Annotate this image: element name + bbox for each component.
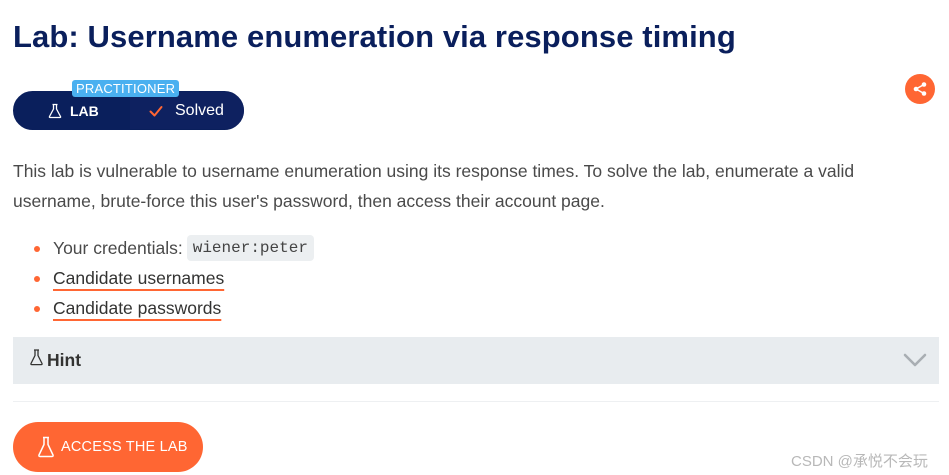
list-item: Candidate usernames: [34, 263, 314, 293]
level-tag: PRACTITIONER: [72, 80, 180, 97]
lab-resources-list: Your credentials: wiener:peter Candidate…: [34, 233, 314, 323]
divider: [13, 401, 939, 402]
bullet: [34, 276, 40, 282]
flask-icon: [48, 103, 62, 118]
bullet: [34, 306, 40, 312]
list-item: Candidate passwords: [34, 293, 314, 323]
solved-status: Solved: [130, 92, 244, 129]
check-icon: [149, 105, 163, 116]
watermark: CSDN @承悦不会玩: [791, 453, 928, 470]
access-lab-button[interactable]: ACCESS THE LAB: [13, 422, 203, 472]
candidate-usernames-link[interactable]: Candidate usernames: [53, 268, 224, 289]
list-item: Your credentials: wiener:peter: [34, 233, 314, 263]
credentials-value: wiener:peter: [186, 235, 314, 261]
lab-badge: LAB: [14, 92, 130, 129]
share-button[interactable]: [905, 74, 935, 104]
page-title: Lab: Username enumeration via response t…: [13, 19, 736, 54]
lab-label: LAB: [70, 102, 99, 119]
bullet: [34, 246, 40, 252]
flask-icon: [30, 349, 43, 366]
solved-label: Solved: [175, 101, 224, 119]
candidate-passwords-link[interactable]: Candidate passwords: [53, 298, 221, 319]
hint-accordion[interactable]: Hint: [13, 337, 939, 384]
hint-label: Hint: [47, 350, 82, 370]
credentials-label: Your credentials:: [53, 237, 183, 258]
chevron-down-icon[interactable]: [903, 350, 927, 370]
lab-description: This lab is vulnerable to username enume…: [13, 161, 855, 211]
flask-icon: [38, 436, 54, 458]
share-icon: [913, 82, 927, 96]
access-lab-label: ACCESS THE LAB: [61, 439, 188, 455]
